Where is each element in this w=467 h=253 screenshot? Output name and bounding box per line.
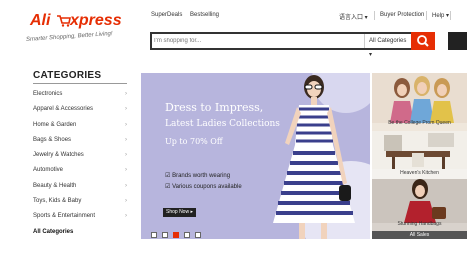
checkbox-icon: ☑ [165,184,171,190]
category-home-garden[interactable]: Home & Garden › [33,122,127,136]
promo-stunning-handbags[interactable]: Stunning Handbags All Sales [372,179,467,239]
chevron-right-icon: › [125,183,127,189]
promo-photo [372,73,467,123]
search-category-label: All Categories [369,38,407,44]
promo-caption: Stunning Handbags [397,221,442,227]
category-toys-kids-baby[interactable]: Toys, Kids & Baby › [33,198,127,212]
banner-headline: Dress to Impress, [165,101,264,114]
chevron-right-icon: › [125,167,127,173]
search-button[interactable] [411,32,435,50]
logo-express-text: xpress [70,12,122,29]
promo-caption: Heaven's Kitchen [400,170,439,176]
checkbox-icon: ☑ [165,173,171,179]
category-label: Sports & Entertainment [33,213,96,219]
language-label: 语言入口 [339,15,364,21]
category-electronics[interactable]: Electronics › [33,91,127,105]
divider [450,11,451,20]
help-label: Help [432,13,445,19]
chevron-down-icon: ▾ [369,52,373,58]
category-label: Apparel & Accessories [33,106,94,112]
hero-banner[interactable]: Dress to Impress, Latest Ladies Collecti… [141,73,370,239]
search-input[interactable] [154,35,359,47]
shop-now-button[interactable]: Shop Now ▸ [163,208,196,217]
category-sports-entertainment[interactable]: Sports & Entertainment › [33,213,127,227]
cart-area[interactable] [448,32,467,50]
chevron-right-icon: › [125,106,127,112]
category-label: Toys, Kids & Baby [33,198,82,204]
banner-bullet-text: Various coupons available [172,184,242,190]
banner-bullet: ☑ Various coupons available [165,183,242,190]
category-jewelry-watches[interactable]: Jewelry & Watches › [33,152,127,166]
search-icon [417,35,429,47]
model-illustration [273,75,355,239]
banner-bullet-text: Brands worth wearing [172,173,231,179]
category-beauty-health[interactable]: Beauty & Health › [33,183,127,197]
category-automotive[interactable]: Automotive › [33,167,127,181]
category-label: Automotive [33,167,64,173]
chevron-right-icon: › [125,198,127,204]
carousel-dots [151,225,206,239]
language-selector[interactable]: 语言入口 ▾ [339,12,368,21]
category-label: Electronics [33,91,63,97]
category-label: All Categories [33,229,74,235]
carousel-dot[interactable] [184,232,190,238]
chevron-right-icon: › [125,213,127,219]
chevron-right-icon: › [125,137,127,143]
category-label: Jewelry & Watches [33,152,84,158]
help-menu[interactable]: Help ▾ [432,12,449,19]
divider [426,11,427,20]
category-bags-shoes[interactable]: Bags & Shoes › [33,137,127,151]
buyer-protection-link[interactable]: Buyer Protection [380,12,424,18]
logo-ali-text: Ali [30,12,51,29]
carousel-dot[interactable] [151,232,157,238]
categories-title: CATEGORIES [33,70,102,81]
all-sales-link[interactable]: All Sales [372,231,467,239]
banner-discount: Up to 70% Off [165,137,223,146]
promo-photo [372,131,467,169]
divider [374,11,375,20]
banner-subheadline: Latest Ladies Collections [165,119,280,129]
promo-prom-queen[interactable]: Be the College Prom Queen [372,73,467,131]
carousel-dot[interactable] [162,232,168,238]
search-category-select[interactable]: All Categories ▾ [364,34,411,58]
promo-caption: Be the College Prom Queen [388,120,451,126]
category-label: Beauty & Health [33,183,77,189]
search-bar: All Categories ▾ [150,32,435,58]
category-label: Home & Garden [33,122,77,128]
promo-heavens-kitchen[interactable]: Heaven's Kitchen [372,131,467,179]
cart-icon [57,15,71,27]
nav-superdeals-link[interactable]: SuperDeals [151,12,182,18]
carousel-dot-active[interactable] [173,232,179,238]
chevron-right-icon: › [125,152,127,158]
category-label: Bags & Shoes [33,137,72,143]
category-all[interactable]: All Categories [33,229,127,243]
chevron-right-icon: › [125,122,127,128]
carousel-dot[interactable] [195,232,201,238]
category-apparel[interactable]: Apparel & Accessories › [33,106,127,120]
promo-photo [372,179,467,223]
chevron-right-icon: › [125,91,127,97]
divider [33,83,127,84]
banner-bullet: ☑ Brands worth wearing [165,172,230,179]
nav-bestselling-link[interactable]: Bestselling [190,12,219,18]
